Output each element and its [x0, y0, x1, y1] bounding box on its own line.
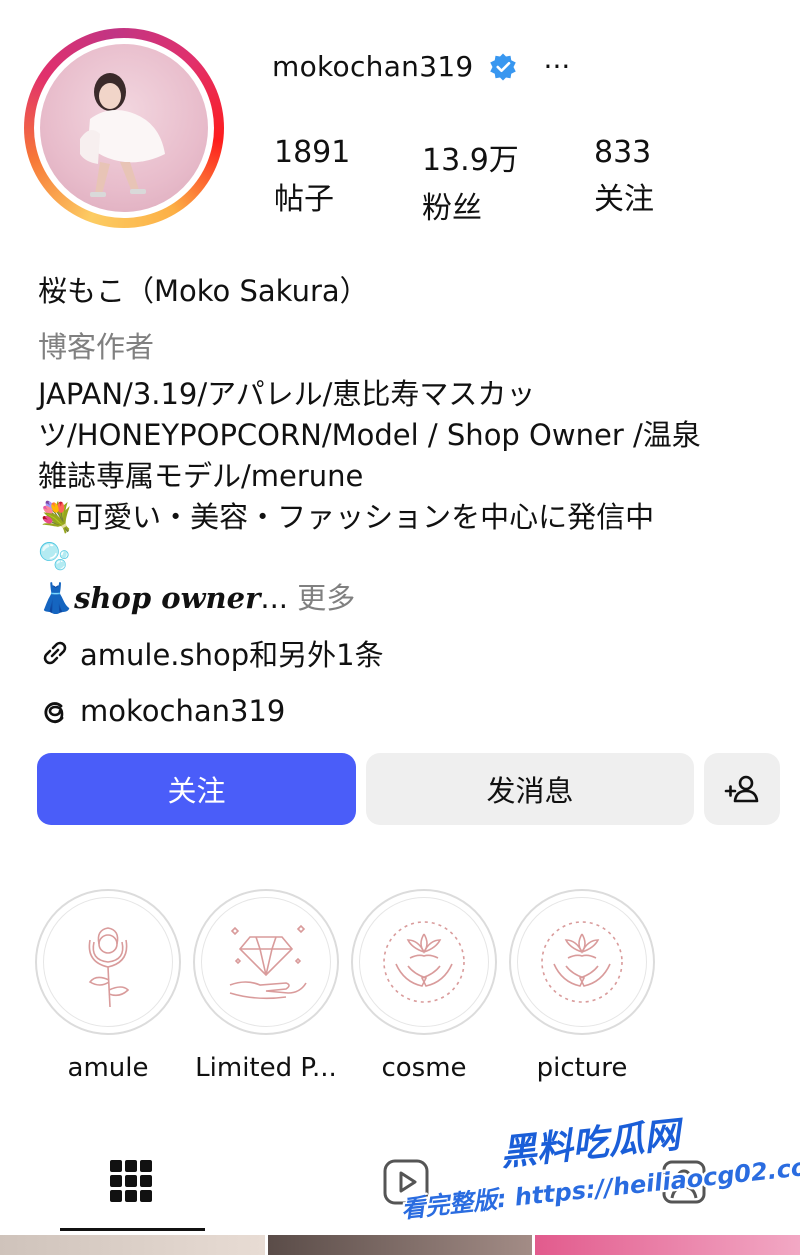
avatar[interactable] — [40, 44, 208, 212]
post-thumbnail[interactable] — [0, 1235, 265, 1255]
stat-posts-value: 1891 — [274, 135, 351, 170]
suggest-accounts-button[interactable] — [704, 753, 780, 825]
highlight-label: picture — [536, 1053, 628, 1083]
post-thumbnail[interactable] — [535, 1235, 800, 1255]
stat-following-value: 833 — [594, 135, 652, 170]
lotus-hands-icon — [541, 921, 623, 1003]
profile-tabs — [0, 1140, 800, 1233]
bio-ellipsis: ... — [260, 581, 298, 615]
link-icon — [43, 641, 67, 665]
reels-icon — [383, 1159, 429, 1205]
category-label: 博客作者 — [38, 330, 155, 364]
active-tab-indicator — [60, 1228, 205, 1231]
story-ring[interactable] — [24, 28, 224, 228]
more-options-icon[interactable]: ··· — [544, 52, 571, 81]
bio-more-line: 👗shop owner... 更多 — [38, 576, 778, 620]
highlight-cover — [193, 889, 339, 1035]
highlight-cover — [351, 889, 497, 1035]
link-text: amule.shop和另外1条 — [80, 638, 384, 672]
avatar-figure — [80, 73, 165, 197]
stat-followers[interactable]: 13.9万 粉丝 — [422, 135, 594, 227]
threads-handle: mokochan319 — [80, 694, 286, 728]
diamond-hand-icon — [229, 924, 307, 1000]
full-name: 桜もこ（Moko Sakura） — [38, 274, 369, 308]
highlight-label: amule — [67, 1053, 149, 1083]
tab-tagged[interactable] — [660, 1158, 708, 1206]
add-person-icon — [724, 775, 759, 803]
username: mokochan319 — [272, 50, 474, 83]
stat-posts-label: 帖子 — [274, 182, 334, 217]
tab-posts[interactable] — [108, 1158, 154, 1204]
post-thumbnail[interactable] — [267, 1235, 533, 1255]
threads-link[interactable]: mokochan319 — [38, 694, 778, 728]
stat-following-label: 关注 — [594, 182, 654, 217]
dress-emoji: 👗 — [38, 581, 75, 615]
highlight-label: cosme — [381, 1053, 467, 1083]
stat-followers-value: 13.9万 — [422, 143, 519, 178]
highlight-item[interactable]: cosme — [351, 889, 497, 1083]
highlight-cover — [35, 889, 181, 1035]
stat-following[interactable]: 833 关注 — [594, 135, 654, 227]
tab-reels[interactable] — [382, 1158, 430, 1206]
highlight-item[interactable]: amule — [35, 889, 181, 1083]
grid-icon — [110, 1160, 152, 1202]
bio-section: 桜もこ（Moko Sakura） 博客作者 JAPAN/3.19/アパレル/恵比… — [38, 268, 778, 728]
highlight-cover — [509, 889, 655, 1035]
avatar-frame — [34, 38, 214, 218]
profile-stats: 1891 帖子 13.9万 粉丝 833 关注 — [274, 135, 654, 227]
bio-more-link[interactable]: 更多 — [297, 581, 355, 615]
shop-owner-text: shop owner — [74, 581, 261, 615]
story-highlights: amule Limited P... cosme picture — [35, 889, 655, 1083]
highlight-label: Limited P... — [195, 1053, 337, 1083]
message-button[interactable]: 发消息 — [366, 753, 694, 825]
bio-text: JAPAN/3.19/アパレル/恵比寿マスカッ ツ/HONEYPOPCORN/M… — [38, 377, 701, 534]
lotus-hands-icon — [383, 921, 465, 1003]
threads-icon — [44, 702, 64, 724]
stat-posts[interactable]: 1891 帖子 — [274, 135, 422, 227]
post-grid — [0, 1235, 800, 1255]
verified-badge-icon — [489, 53, 516, 80]
bubbles-emoji: 🫧 — [38, 542, 71, 572]
highlight-item[interactable]: picture — [509, 889, 655, 1083]
tagged-icon — [662, 1160, 706, 1204]
follow-button[interactable]: 关注 — [37, 753, 356, 825]
external-link[interactable]: amule.shop和另外1条 — [38, 632, 778, 674]
stat-followers-label: 粉丝 — [422, 191, 482, 226]
highlight-item[interactable]: Limited P... — [193, 889, 339, 1083]
username-row: mokochan319 ··· — [272, 50, 570, 83]
rose-icon — [88, 927, 130, 1008]
